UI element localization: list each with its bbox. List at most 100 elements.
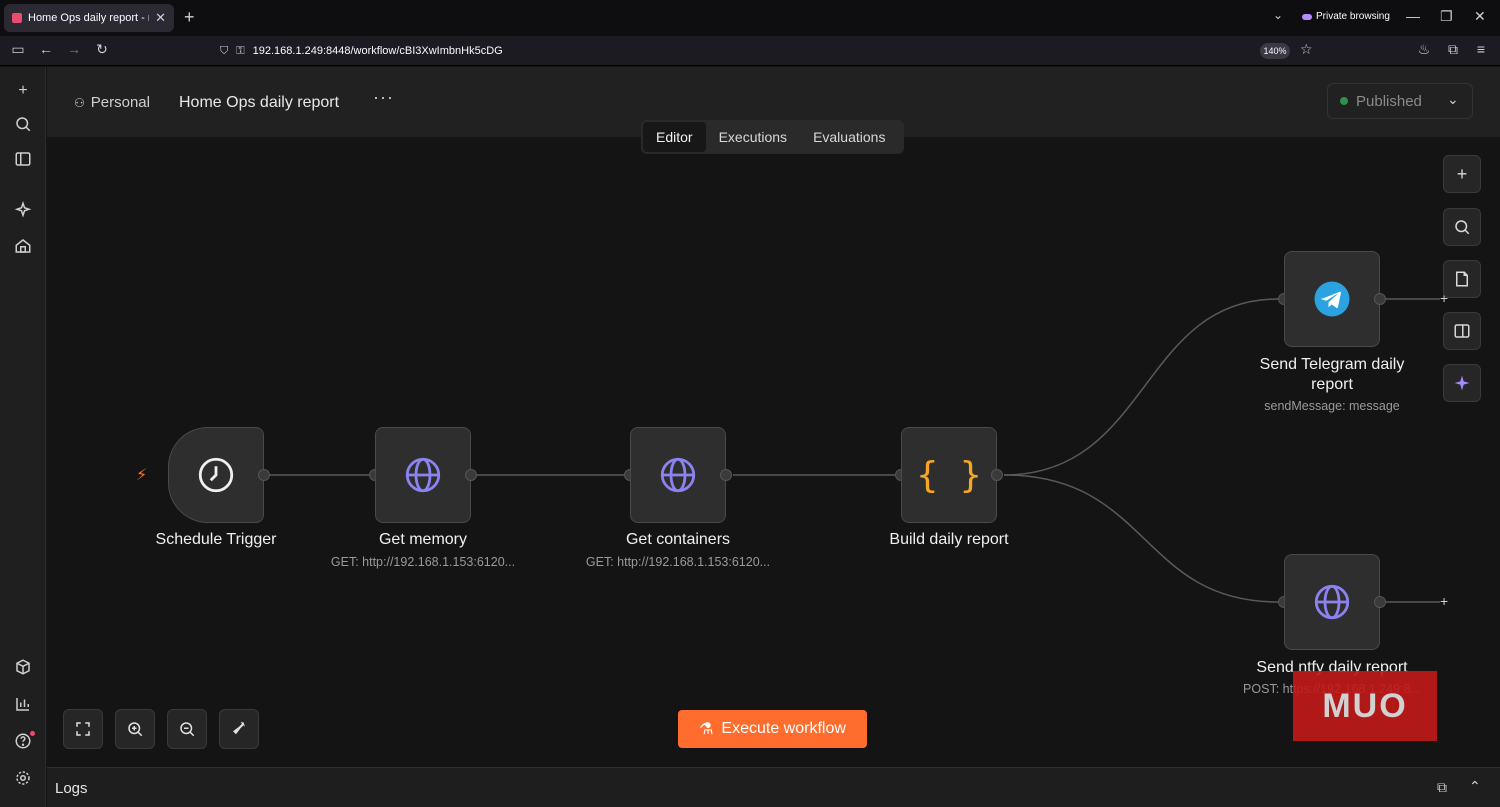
- output-handle[interactable]: [991, 469, 1003, 481]
- chevron-down-icon[interactable]: ⌄: [1447, 91, 1459, 108]
- node-subtitle: GET: http://192.168.1.153:6120...: [330, 555, 516, 569]
- chevron-up-icon[interactable]: ⌃: [1469, 778, 1481, 795]
- muo-watermark: MUO: [1293, 671, 1437, 741]
- broom-icon: [233, 722, 245, 735]
- zoom-out-button[interactable]: [167, 709, 207, 749]
- ai-assistant-button[interactable]: [1443, 364, 1481, 402]
- tab-evaluations[interactable]: Evaluations: [800, 122, 898, 152]
- status-dot: [1340, 97, 1348, 105]
- node-get-containers[interactable]: [630, 427, 726, 523]
- globe-icon: [405, 457, 441, 493]
- globe-icon: [1314, 584, 1350, 620]
- clock-icon: [198, 457, 234, 493]
- editor-tabs: Editor Executions Evaluations: [641, 120, 904, 154]
- browser-tab-bar: Home Ops daily report - n8n ✕ + ⌄ Privat…: [0, 0, 1500, 36]
- zoom-in-button[interactable]: [115, 709, 155, 749]
- more-options-icon[interactable]: ···: [373, 87, 394, 108]
- zoom-badge[interactable]: 140%: [1260, 43, 1290, 59]
- node-send-ntfy[interactable]: [1284, 554, 1380, 650]
- search-icon[interactable]: [13, 115, 33, 135]
- sparkles-icon[interactable]: [13, 200, 33, 221]
- panel-icon: [1454, 324, 1470, 338]
- private-browsing-label: Private browsing: [1316, 11, 1390, 22]
- flask-icon: ⚗: [699, 721, 714, 738]
- node-schedule-trigger[interactable]: [168, 427, 264, 523]
- node-build-daily-report[interactable]: { }: [901, 427, 997, 523]
- panel-icon[interactable]: [13, 150, 33, 170]
- forward-icon[interactable]: →: [64, 41, 84, 57]
- popout-icon[interactable]: ⧉: [1437, 779, 1447, 796]
- project-breadcrumb[interactable]: ⚇ Personal: [74, 94, 150, 111]
- globe-icon: [660, 457, 696, 493]
- output-handle[interactable]: [720, 469, 732, 481]
- zoom-out-icon: [180, 722, 195, 737]
- settings-gear-icon[interactable]: [13, 769, 33, 789]
- cube-icon[interactable]: [13, 658, 33, 678]
- home-icon[interactable]: [13, 237, 33, 257]
- tab-editor[interactable]: Editor: [643, 122, 706, 152]
- notification-dot: [30, 731, 35, 736]
- output-handle[interactable]: [465, 469, 477, 481]
- project-name[interactable]: Personal: [91, 94, 150, 111]
- search-nodes-button[interactable]: [1443, 208, 1481, 246]
- back-icon[interactable]: ←: [36, 41, 56, 57]
- lightning-trigger-icon: ⚡: [136, 467, 148, 484]
- output-handle[interactable]: [1374, 596, 1386, 608]
- app-sidebar: +: [0, 67, 46, 807]
- add-icon[interactable]: +: [13, 81, 33, 101]
- extensions-icon[interactable]: ⧉: [1443, 41, 1463, 58]
- add-node-plus-icon[interactable]: +: [1440, 593, 1448, 609]
- maximize-icon[interactable]: ❐: [1440, 8, 1453, 25]
- user-icon: ⚇: [74, 95, 85, 110]
- url-bar[interactable]: ⛉ ⚿ 192.168.1.249:8448/workflow/cBI3XwIm…: [210, 39, 1320, 63]
- help-icon[interactable]: [13, 731, 35, 752]
- browser-tab-title: Home Ops daily report - n8n: [28, 12, 149, 24]
- workflow-name[interactable]: Home Ops daily report: [179, 94, 339, 112]
- window-close-icon[interactable]: ✕: [1474, 8, 1486, 25]
- search-icon: [1455, 220, 1470, 235]
- execute-workflow-button[interactable]: ⚗ Execute workflow: [678, 710, 867, 748]
- key-icon[interactable]: ⚿: [236, 45, 244, 58]
- code-braces-icon: { }: [916, 454, 982, 496]
- logs-panel-bar[interactable]: Logs ⧉ ⌃: [47, 767, 1500, 807]
- private-mask-icon: [1302, 13, 1312, 20]
- sticky-note-button[interactable]: [1443, 260, 1481, 298]
- sparkle-icon: [1454, 375, 1470, 391]
- node-title-line2: report: [1311, 376, 1353, 393]
- close-tab-icon[interactable]: ✕: [155, 10, 166, 26]
- node-subtitle: sendMessage: message: [1264, 399, 1400, 413]
- toggle-panel-button[interactable]: [1443, 312, 1481, 350]
- browser-tab[interactable]: Home Ops daily report - n8n ✕: [4, 4, 174, 32]
- execute-label: Execute workflow: [721, 720, 846, 737]
- tab-executions[interactable]: Executions: [706, 122, 800, 152]
- published-label: Published: [1356, 92, 1422, 110]
- tidy-up-button[interactable]: [219, 709, 259, 749]
- telegram-icon: [1314, 281, 1350, 317]
- node-title: Get memory: [378, 531, 467, 548]
- sidebar-toggle-icon[interactable]: ▭: [8, 41, 28, 58]
- minimize-icon[interactable]: —: [1406, 8, 1420, 24]
- node-title: Schedule Trigger: [155, 531, 277, 548]
- url-text[interactable]: 192.168.1.249:8448/workflow/cBI3XwImbnHk…: [253, 45, 503, 57]
- fire-icon[interactable]: ♨: [1414, 41, 1434, 58]
- fit-view-button[interactable]: [63, 709, 103, 749]
- logs-label[interactable]: Logs: [55, 780, 88, 797]
- shield-icon[interactable]: ⛉: [220, 45, 228, 58]
- note-icon: [1456, 271, 1468, 287]
- chevron-down-icon[interactable]: ⌄: [1273, 8, 1283, 22]
- add-node-button[interactable]: +: [1443, 155, 1481, 193]
- insights-chart-icon[interactable]: [13, 695, 33, 715]
- node-title: Send Telegram daily: [1259, 356, 1405, 373]
- node-title: Get containers: [625, 531, 731, 548]
- bookmark-star-icon[interactable]: ☆: [1300, 41, 1313, 58]
- fullscreen-icon: [76, 722, 90, 736]
- node-title: Build daily report: [889, 531, 1009, 548]
- output-handle[interactable]: [258, 469, 270, 481]
- reload-icon[interactable]: ↻: [92, 41, 112, 58]
- node-send-telegram[interactable]: [1284, 251, 1380, 347]
- node-get-memory[interactable]: [375, 427, 471, 523]
- node-subtitle: GET: http://192.168.1.153:6120...: [585, 555, 771, 569]
- menu-icon[interactable]: ≡: [1471, 41, 1491, 57]
- new-tab-icon[interactable]: +: [184, 7, 195, 28]
- output-handle[interactable]: [1374, 293, 1386, 305]
